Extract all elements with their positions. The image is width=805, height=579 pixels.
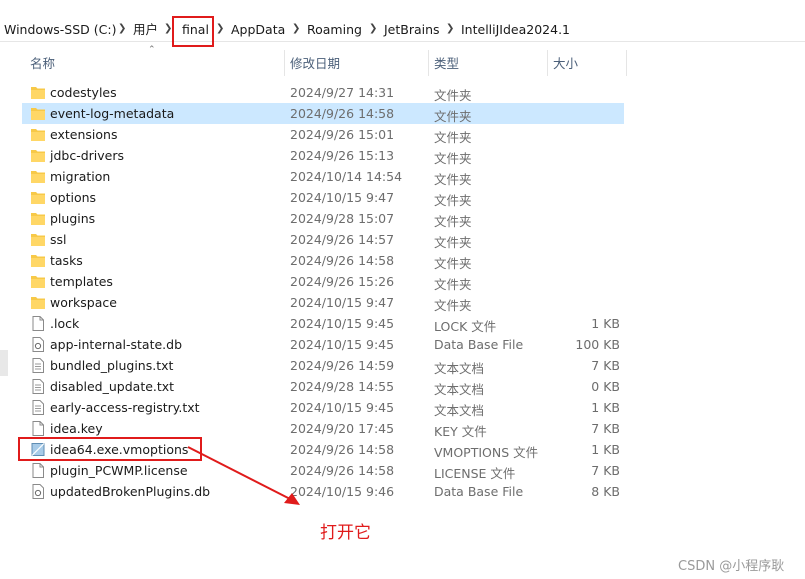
watermark: CSDN @小程序耿 bbox=[678, 559, 785, 574]
annotation-arrow bbox=[187, 446, 300, 505]
annotation-text: 打开它 bbox=[320, 523, 371, 543]
